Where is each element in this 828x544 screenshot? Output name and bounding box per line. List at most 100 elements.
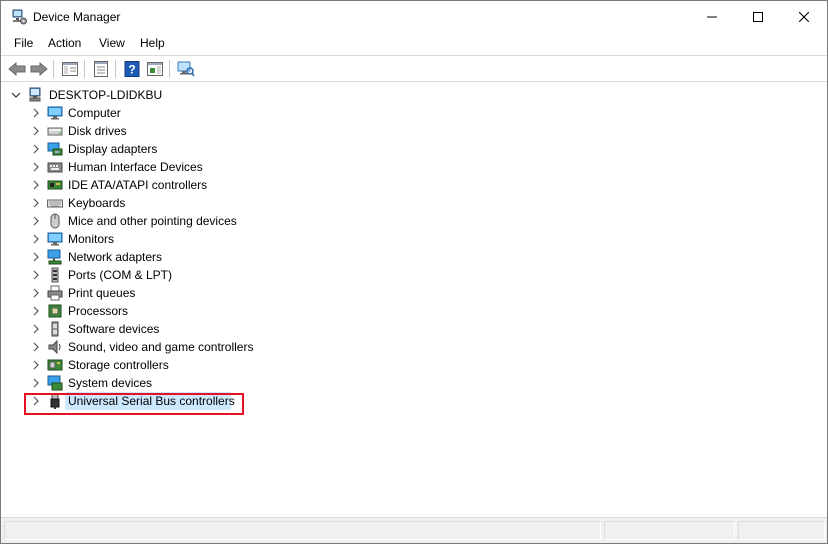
forward-button[interactable] bbox=[29, 59, 49, 79]
status-pane-2 bbox=[604, 521, 735, 540]
tree-item-processors[interactable]: Processors bbox=[5, 302, 405, 320]
status-bar bbox=[1, 517, 827, 543]
maximize-icon bbox=[753, 11, 763, 22]
tree-item-label: Keyboards bbox=[68, 196, 126, 210]
monitor-icon bbox=[47, 105, 63, 121]
tree-item-storage-controllers[interactable]: Storage controllers bbox=[5, 356, 405, 374]
chevron-right-icon[interactable] bbox=[30, 179, 42, 191]
back-button[interactable] bbox=[7, 59, 27, 79]
tree-item-label: Software devices bbox=[68, 322, 160, 336]
help-icon: ? bbox=[124, 61, 140, 77]
tree-item-label: Print queues bbox=[68, 286, 136, 300]
chevron-right-icon[interactable] bbox=[30, 125, 42, 137]
tree-item-label: Human Interface Devices bbox=[68, 160, 203, 174]
chevron-right-icon[interactable] bbox=[30, 377, 42, 389]
close-button[interactable] bbox=[781, 1, 827, 32]
tree-item-disk-drives[interactable]: Disk drives bbox=[5, 122, 405, 140]
toolbar: ? bbox=[1, 55, 827, 82]
hid-icon bbox=[47, 159, 63, 175]
computer-tower-icon bbox=[28, 87, 44, 103]
menu-bar: File Action View Help bbox=[1, 32, 827, 54]
help-button[interactable]: ? bbox=[122, 59, 142, 79]
window-title: Device Manager bbox=[33, 10, 121, 24]
status-pane-3 bbox=[738, 521, 825, 540]
menu-help[interactable]: Help bbox=[140, 36, 165, 50]
tree-item-keyboards[interactable]: Keyboards bbox=[5, 194, 405, 212]
monitor-icon bbox=[47, 231, 63, 247]
chevron-right-icon[interactable] bbox=[30, 287, 42, 299]
tree-item-mice-and-other-pointing-devices[interactable]: Mice and other pointing devices bbox=[5, 212, 405, 230]
properties-icon bbox=[94, 61, 108, 77]
properties-button[interactable] bbox=[91, 59, 111, 79]
tree-item-system-devices[interactable]: System devices bbox=[5, 374, 405, 392]
device-tree[interactable]: DESKTOP-LDIDKBU Computer Disk drives Displ… bbox=[5, 84, 825, 516]
chevron-right-icon[interactable] bbox=[30, 305, 42, 317]
maximize-button[interactable] bbox=[735, 1, 781, 32]
device-manager-window: Device Manager File Action View Help ? D… bbox=[0, 0, 828, 544]
menu-file[interactable]: File bbox=[14, 36, 33, 50]
port-icon bbox=[47, 267, 63, 283]
action-pane-button[interactable] bbox=[145, 59, 165, 79]
show-hide-console-tree-button[interactable] bbox=[60, 59, 80, 79]
forward-icon bbox=[30, 62, 48, 76]
tree-item-label: Sound, video and game controllers bbox=[68, 340, 254, 354]
tree-item-ide-ata-atapi-controllers[interactable]: IDE ATA/ATAPI controllers bbox=[5, 176, 405, 194]
system-device-icon bbox=[47, 375, 63, 391]
scan-hardware-icon bbox=[177, 61, 195, 77]
tree-item-sound-video-and-game-controllers[interactable]: Sound, video and game controllers bbox=[5, 338, 405, 356]
chevron-right-icon[interactable] bbox=[30, 233, 42, 245]
title-bar[interactable]: Device Manager bbox=[1, 1, 827, 32]
tree-item-label: IDE ATA/ATAPI controllers bbox=[68, 178, 208, 192]
tree-item-network-adapters[interactable]: Network adapters bbox=[5, 248, 405, 266]
tree-item-software-devices[interactable]: Software devices bbox=[5, 320, 405, 338]
tree-item-computer[interactable]: Computer bbox=[5, 104, 405, 122]
menu-view[interactable]: View bbox=[99, 36, 125, 50]
speaker-icon bbox=[47, 339, 63, 355]
chevron-right-icon[interactable] bbox=[30, 143, 42, 155]
chevron-right-icon[interactable] bbox=[30, 323, 42, 335]
action-pane-icon bbox=[147, 62, 163, 76]
chevron-right-icon[interactable] bbox=[30, 107, 42, 119]
software-device-icon bbox=[47, 321, 63, 337]
close-icon bbox=[799, 11, 809, 22]
chevron-right-icon[interactable] bbox=[30, 269, 42, 281]
mouse-icon bbox=[47, 213, 63, 229]
tree-item-label: Network adapters bbox=[68, 250, 163, 264]
chevron-right-icon[interactable] bbox=[30, 215, 42, 227]
tree-item-print-queues[interactable]: Print queues bbox=[5, 284, 405, 302]
tree-item-label: Processors bbox=[68, 304, 129, 318]
printer-icon bbox=[47, 285, 63, 301]
highlight-annotation-box bbox=[24, 393, 244, 415]
network-adapter-icon bbox=[47, 249, 63, 265]
chevron-right-icon[interactable] bbox=[30, 359, 42, 371]
toolbar-separator bbox=[169, 60, 170, 78]
display-adapter-icon bbox=[47, 141, 63, 157]
tree-item-label: Storage controllers bbox=[68, 358, 169, 372]
minimize-icon bbox=[707, 16, 717, 17]
tree-item-label: Disk drives bbox=[68, 124, 127, 138]
storage-controller-icon bbox=[47, 357, 63, 373]
tree-item-label: Mice and other pointing devices bbox=[68, 214, 237, 228]
chevron-down-icon[interactable] bbox=[10, 89, 22, 101]
toolbar-separator bbox=[115, 60, 116, 78]
svg-text:?: ? bbox=[128, 63, 135, 77]
menu-action[interactable]: Action bbox=[48, 36, 81, 50]
scan-hardware-button[interactable] bbox=[176, 59, 196, 79]
tree-item-monitors[interactable]: Monitors bbox=[5, 230, 405, 248]
tree-root-node[interactable]: DESKTOP-LDIDKBU bbox=[5, 86, 405, 104]
show-hide-console-tree-icon bbox=[62, 62, 78, 76]
tree-item-ports-com-lpt[interactable]: Ports (COM & LPT) bbox=[5, 266, 405, 284]
keyboard-icon bbox=[47, 195, 63, 211]
chevron-right-icon[interactable] bbox=[30, 341, 42, 353]
chevron-right-icon[interactable] bbox=[30, 197, 42, 209]
minimize-button[interactable] bbox=[689, 1, 735, 32]
chevron-right-icon[interactable] bbox=[30, 161, 42, 173]
processor-icon bbox=[47, 303, 63, 319]
tree-item-display-adapters[interactable]: Display adapters bbox=[5, 140, 405, 158]
toolbar-separator bbox=[53, 60, 54, 78]
toolbar-separator bbox=[84, 60, 85, 78]
disk-drive-icon bbox=[47, 123, 63, 139]
tree-item-label: Computer bbox=[68, 106, 121, 120]
tree-item-human-interface-devices[interactable]: Human Interface Devices bbox=[5, 158, 405, 176]
chevron-right-icon[interactable] bbox=[30, 251, 42, 263]
